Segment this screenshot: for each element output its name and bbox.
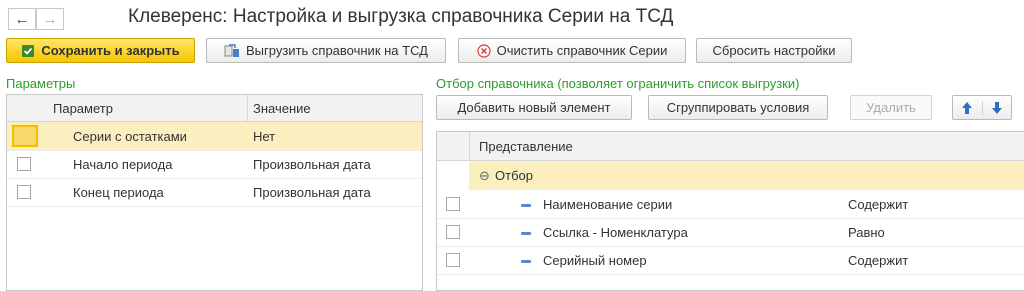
delete-label: Удалить <box>866 100 916 115</box>
forward-button[interactable]: → <box>36 8 64 30</box>
column-divider <box>247 95 248 121</box>
column-header-parameter[interactable]: Параметр <box>53 101 113 116</box>
table-row[interactable]: Серии с остатками Нет <box>7 122 422 151</box>
row-checkbox[interactable] <box>17 157 31 171</box>
column-header-representation[interactable]: Представление <box>479 139 573 154</box>
group-conditions-label: Сгруппировать условия <box>666 100 810 115</box>
table-row[interactable]: Ссылка - Номенклатура Равно <box>437 218 1024 247</box>
save-icon <box>21 44 35 58</box>
export-icon <box>224 43 240 58</box>
filter-section-label: Отбор справочника (позволяет ограничить … <box>436 76 800 91</box>
column-header-value[interactable]: Значение <box>253 101 311 116</box>
clear-label: Очистить справочник Серии <box>496 43 668 58</box>
filter-group-row[interactable]: ⊖ Отбор <box>469 161 1024 190</box>
param-value[interactable]: Нет <box>253 129 275 144</box>
filter-header: Представление <box>437 132 1024 161</box>
clear-icon <box>476 43 491 58</box>
table-row[interactable]: Серийный номер Содержит <box>437 246 1024 275</box>
params-section-label: Параметры <box>6 76 76 91</box>
filter-table: Представление ⊖ Отбор Наименование серии… <box>436 131 1024 291</box>
move-buttons <box>952 95 1012 120</box>
filter-field-name: Наименование серии <box>543 197 673 212</box>
add-element-label: Добавить новый элемент <box>457 100 611 115</box>
delete-button[interactable]: Удалить <box>850 95 932 120</box>
save-and-close-label: Сохранить и закрыть <box>41 43 180 58</box>
condition-marker-icon <box>521 197 531 212</box>
collapse-icon[interactable]: ⊖ <box>479 168 490 184</box>
param-name: Серии с остатками <box>73 129 187 144</box>
window-title: Клеверенс: Настройка и выгрузка справочн… <box>128 6 674 27</box>
move-up-icon[interactable] <box>953 100 983 115</box>
condition-marker-icon <box>521 225 531 240</box>
row-checkbox[interactable] <box>12 125 38 147</box>
clear-catalog-button[interactable]: Очистить справочник Серии <box>458 38 686 63</box>
row-checkbox[interactable] <box>446 253 460 267</box>
params-header: Параметр Значение <box>7 95 422 122</box>
group-label: Отбор <box>495 168 533 183</box>
filter-field-name: Серийный номер <box>543 253 647 268</box>
filter-condition[interactable]: Содержит <box>848 253 908 268</box>
group-conditions-button[interactable]: Сгруппировать условия <box>648 95 828 120</box>
param-value[interactable]: Произвольная дата <box>253 157 371 172</box>
table-row[interactable]: Начало периода Произвольная дата <box>7 150 422 179</box>
reset-settings-button[interactable]: Сбросить настройки <box>696 38 852 63</box>
table-row[interactable]: Конец периода Произвольная дата <box>7 178 422 207</box>
move-down-icon[interactable] <box>983 101 1012 115</box>
export-to-tsd-button[interactable]: Выгрузить справочник на ТСД <box>206 38 446 63</box>
table-row[interactable]: Наименование серии Содержит <box>437 190 1024 219</box>
row-checkbox[interactable] <box>446 225 460 239</box>
filter-condition[interactable]: Равно <box>848 225 885 240</box>
arrow-left-icon: ← <box>14 10 30 28</box>
back-button[interactable]: ← <box>8 8 36 30</box>
reset-label: Сбросить настройки <box>712 43 836 58</box>
add-element-button[interactable]: Добавить новый элемент <box>436 95 632 120</box>
row-checkbox[interactable] <box>17 185 31 199</box>
param-name: Начало периода <box>73 157 173 172</box>
row-checkbox[interactable] <box>446 197 460 211</box>
save-and-close-button[interactable]: Сохранить и закрыть <box>6 38 195 63</box>
filter-field-name: Ссылка - Номенклатура <box>543 225 688 240</box>
param-value[interactable]: Произвольная дата <box>253 185 371 200</box>
params-table: Параметр Значение Серии с остатками Нет … <box>6 94 423 291</box>
condition-marker-icon <box>521 253 531 268</box>
arrow-right-icon: → <box>42 10 58 28</box>
param-name: Конец периода <box>73 185 164 200</box>
checkbox-column-header <box>437 132 470 160</box>
filter-condition[interactable]: Содержит <box>848 197 908 212</box>
export-label: Выгрузить справочник на ТСД <box>246 43 428 58</box>
